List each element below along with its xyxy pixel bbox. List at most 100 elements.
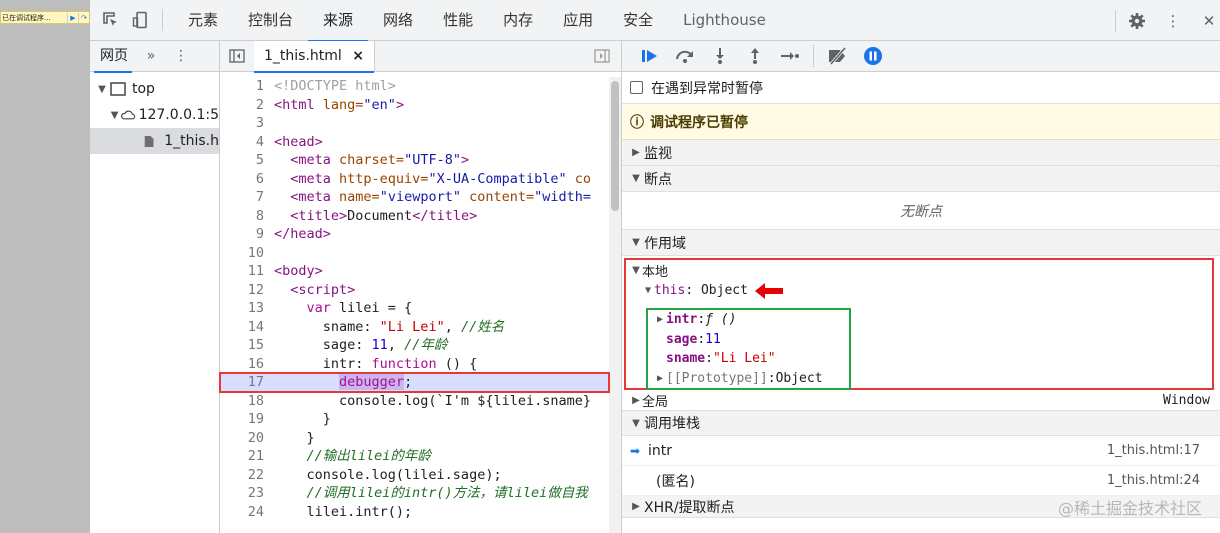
tab-sources[interactable]: 来源 — [308, 0, 369, 42]
code-line[interactable]: 16 intr: function () { — [220, 355, 610, 374]
code-line[interactable]: 18 console.log(`I'm ${lilei.sname} — [220, 392, 610, 411]
line-number[interactable]: 21 — [220, 447, 270, 466]
code-line[interactable]: 11 <body> — [220, 262, 610, 281]
code-line[interactable]: 1 <!DOCTYPE html> — [220, 77, 610, 96]
section-call-stack[interactable]: ▼ 调用堆栈 — [622, 410, 1220, 436]
code-line[interactable]: 2 <html lang="en"> — [220, 96, 610, 115]
close-icon[interactable]: ✕ — [1198, 10, 1220, 32]
tab-memory[interactable]: 内存 — [488, 0, 548, 41]
step-over-icon[interactable] — [667, 41, 702, 72]
code-line[interactable]: 9 </head> — [220, 225, 610, 244]
section-breakpoints[interactable]: ▼ 断点 — [622, 166, 1220, 192]
section-watch[interactable]: ▶ 监视 — [622, 140, 1220, 166]
tree-item-origin[interactable]: ▼ 127.0.0.1:5 — [90, 102, 219, 128]
code-line[interactable]: 15 sage: 11, //年龄 — [220, 336, 610, 355]
code-line[interactable]: 20 } — [220, 429, 610, 448]
code-line[interactable]: 12 <script> — [220, 281, 610, 300]
tab-console[interactable]: 控制台 — [233, 0, 308, 41]
code-line[interactable]: 5 <meta charset="UTF-8"> — [220, 151, 610, 170]
settings-icon[interactable] — [1126, 10, 1148, 32]
frame-location[interactable]: 1_this.html:17 — [1107, 443, 1200, 458]
scope-global[interactable]: ▶ 全局 Window — [622, 390, 1220, 410]
prop-row-prototype[interactable]: ▶ [[Prototype]]: Object — [648, 369, 849, 389]
line-number[interactable]: 18 — [220, 392, 270, 411]
tab-elements[interactable]: 元素 — [173, 0, 233, 41]
line-number[interactable]: 12 — [220, 281, 270, 300]
tab-security[interactable]: 安全 — [608, 0, 668, 41]
step-icon[interactable] — [772, 41, 807, 72]
code-line[interactable]: 13 var lilei = { — [220, 299, 610, 318]
line-number[interactable]: 24 — [220, 503, 270, 522]
call-frame-intr[interactable]: ➡ intr 1_this.html:17 — [622, 436, 1220, 466]
step-into-icon[interactable] — [702, 41, 737, 72]
section-xhr-breakpoints[interactable]: ▶ XHR/提取断点 — [622, 496, 1220, 518]
tab-performance[interactable]: 性能 — [428, 0, 488, 41]
toggle-debugger-icon[interactable] — [591, 45, 613, 67]
pause-on-exceptions-checkbox[interactable] — [630, 81, 643, 94]
code-line[interactable]: 7 <meta name="viewport" content="width= — [220, 188, 610, 207]
toggle-navigator-icon[interactable] — [226, 45, 248, 67]
device-toggle-icon[interactable] — [130, 9, 152, 31]
pause-on-exceptions-option[interactable]: 在遇到异常时暂停 — [622, 72, 1220, 104]
prop-row-sname[interactable]: sname: "Li Lei" — [648, 349, 849, 369]
line-number[interactable]: 20 — [220, 429, 270, 448]
line-number[interactable]: 9 — [220, 225, 270, 244]
section-scope[interactable]: ▼ 作用域 — [622, 230, 1220, 256]
line-number[interactable]: 2 — [220, 96, 270, 115]
code-line[interactable]: 10 — [220, 244, 610, 263]
line-number[interactable]: 15 — [220, 336, 270, 355]
frame-location[interactable]: 1_this.html:24 — [1107, 473, 1200, 488]
scope-local[interactable]: ▼ 本地 — [626, 260, 1212, 281]
pause-on-exceptions-icon[interactable] — [855, 41, 890, 72]
close-tab-icon[interactable]: × — [352, 48, 364, 64]
line-number[interactable]: 19 — [220, 410, 270, 429]
line-number[interactable]: 5 — [220, 151, 270, 170]
editor-scroll-thumb[interactable] — [611, 81, 619, 211]
more-icon[interactable]: ⋮ — [1162, 10, 1184, 32]
code-line[interactable]: 4 <head> — [220, 133, 610, 152]
code-line-execution[interactable]: 17 debugger; — [220, 373, 610, 392]
resume-icon[interactable] — [632, 41, 667, 72]
code-line[interactable]: 3 — [220, 114, 610, 133]
tab-page[interactable]: 网页 — [90, 41, 136, 73]
line-number[interactable]: 10 — [220, 244, 270, 263]
line-number[interactable]: 7 — [220, 188, 270, 207]
chip-step-over-icon[interactable]: ↷ — [78, 12, 89, 23]
code-line[interactable]: 19 } — [220, 410, 610, 429]
prop-row-sage[interactable]: sage: 11 — [648, 330, 849, 350]
tab-lighthouse[interactable]: Lighthouse — [668, 0, 781, 41]
code-line[interactable]: 23 //调用lilei的intr()方法，请lilei做自我 — [220, 484, 610, 503]
more-tabs-icon[interactable]: » — [136, 48, 166, 64]
line-number[interactable]: 3 — [220, 114, 270, 133]
line-number[interactable]: 13 — [220, 299, 270, 318]
inspect-icon[interactable] — [100, 9, 122, 31]
line-number[interactable]: 8 — [220, 207, 270, 226]
line-number[interactable]: 6 — [220, 170, 270, 189]
navigator-menu-icon[interactable]: ⋮ — [166, 48, 196, 64]
code-line[interactable]: 21 //输出lilei的年龄 — [220, 447, 610, 466]
line-number[interactable]: 1 — [220, 77, 270, 96]
deactivate-breakpoints-icon[interactable] — [820, 41, 855, 72]
chip-resume-icon[interactable]: ▶ — [67, 12, 78, 23]
line-number[interactable]: 14 — [220, 318, 270, 337]
code-editor[interactable]: 1 <!DOCTYPE html> 2 <html lang="en"> 3 4 <h… — [220, 77, 610, 533]
line-number[interactable]: 4 — [220, 133, 270, 152]
prop-row-intr[interactable]: ▶ intr: ƒ () — [648, 310, 849, 330]
tab-application[interactable]: 应用 — [548, 0, 608, 41]
call-frame-anonymous[interactable]: (匿名) 1_this.html:24 — [622, 466, 1220, 496]
code-line[interactable]: 8 <title>Document</title> — [220, 207, 610, 226]
tree-item-file[interactable]: 1_this.h — [90, 128, 219, 154]
code-line[interactable]: 14 sname: "Li Lei", //姓名 — [220, 318, 610, 337]
editor-scrollbar[interactable] — [609, 77, 621, 533]
code-line[interactable]: 24 lilei.intr(); — [220, 503, 610, 522]
line-number[interactable]: 23 — [220, 484, 270, 503]
code-line[interactable]: 22 console.log(lilei.sage); — [220, 466, 610, 485]
code-line[interactable]: 6 <meta http-equiv="X-UA-Compatible" co — [220, 170, 610, 189]
tab-network[interactable]: 网络 — [368, 0, 428, 41]
line-number[interactable]: 16 — [220, 355, 270, 374]
line-number[interactable]: 22 — [220, 466, 270, 485]
tree-item-top[interactable]: ▼ top — [90, 76, 219, 102]
tab-1-this-html[interactable]: 1_this.html × — [254, 40, 375, 73]
step-out-icon[interactable] — [737, 41, 772, 72]
scope-this[interactable]: ▼ this: Object — [626, 281, 1212, 302]
